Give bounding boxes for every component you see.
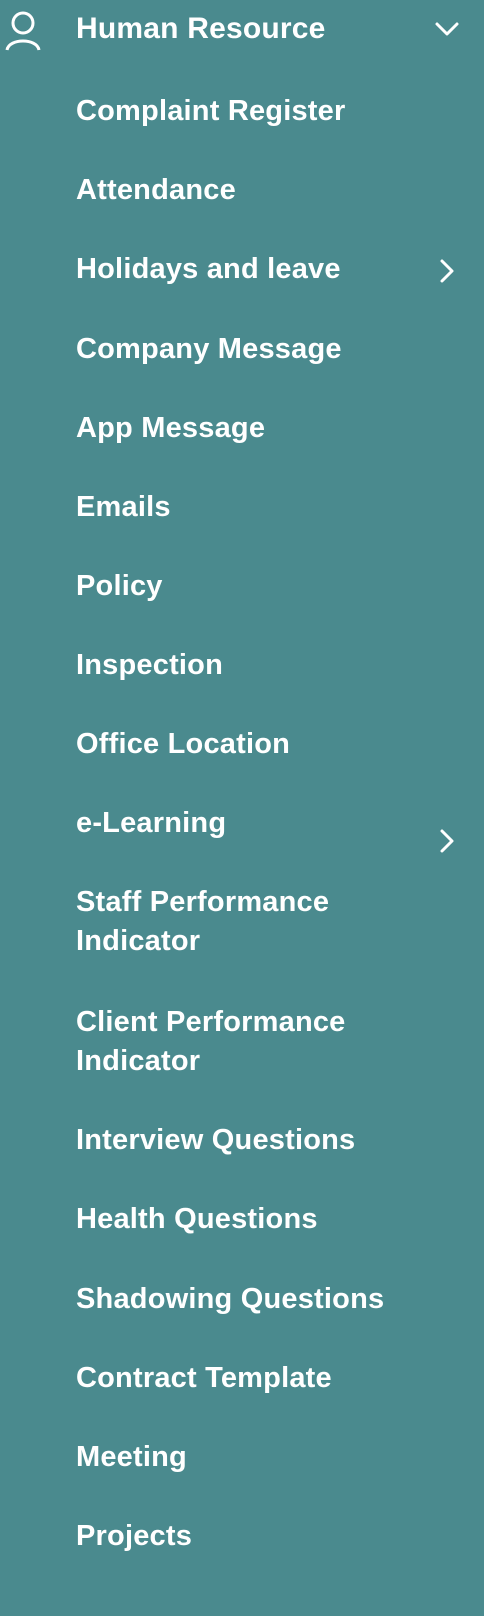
- menu-item-label: Complaint Register: [76, 95, 346, 127]
- menu-item-health-questions[interactable]: Health Questions: [76, 1200, 456, 1239]
- menu-item-label: Projects: [76, 1520, 193, 1552]
- menu-item-emails[interactable]: Emails: [76, 488, 456, 527]
- menu-item-staff-performance-indicator[interactable]: Staff Performance Indicator: [76, 883, 456, 961]
- menu-header-human-resource[interactable]: Human Resource: [0, 0, 484, 60]
- user-icon: [4, 10, 42, 52]
- menu-item-inspection[interactable]: Inspection: [76, 646, 456, 685]
- menu-item-client-performance-indicator[interactable]: Client Performance Indicator: [76, 1003, 456, 1081]
- menu-item-holidays-and-leave[interactable]: Holidays and leave: [76, 250, 456, 289]
- menu-item-policy[interactable]: Policy: [76, 567, 456, 606]
- menu-item-label: Staff Performance Indicator: [76, 886, 330, 957]
- menu-item-label: Client Performance Indicator: [76, 1006, 346, 1077]
- menu-item-label: App Message: [76, 412, 266, 444]
- menu-header-label: Human Resource: [76, 12, 326, 45]
- menu-item-label: Shadowing Questions: [76, 1283, 385, 1315]
- menu-item-label: e-Learning: [76, 807, 227, 839]
- menu-item-projects[interactable]: Projects: [76, 1517, 456, 1556]
- menu-item-contract-template[interactable]: Contract Template: [76, 1359, 456, 1398]
- menu-item-attendance[interactable]: Attendance: [76, 171, 456, 210]
- menu-item-app-message[interactable]: App Message: [76, 409, 456, 448]
- menu-item-label: Health Questions: [76, 1203, 318, 1235]
- menu-item-e-learning[interactable]: e-Learning: [76, 804, 456, 843]
- side-menu: Human Resource Complaint Register Attend…: [0, 0, 484, 1616]
- menu-item-office-location[interactable]: Office Location: [76, 725, 456, 764]
- menu-item-complaint-register[interactable]: Complaint Register: [76, 92, 456, 131]
- menu-item-label: Contract Template: [76, 1362, 332, 1394]
- menu-item-company-message[interactable]: Company Message: [76, 330, 456, 369]
- menu-item-label: Company Message: [76, 333, 342, 365]
- menu-item-label: Emails: [76, 491, 171, 523]
- menu-item-label: Attendance: [76, 174, 236, 206]
- chevron-right-icon[interactable]: [438, 257, 456, 285]
- menu-item-label: Holidays and leave: [76, 253, 341, 285]
- chevron-down-icon[interactable]: [432, 18, 462, 40]
- chevron-right-icon[interactable]: [438, 827, 456, 855]
- menu-item-label: Inspection: [76, 649, 224, 681]
- menu-item-label: Policy: [76, 570, 163, 602]
- menu-item-shadowing-questions[interactable]: Shadowing Questions: [76, 1280, 456, 1319]
- menu-item-interview-questions[interactable]: Interview Questions: [76, 1121, 456, 1160]
- menu-item-label: Interview Questions: [76, 1124, 356, 1156]
- menu-item-meeting[interactable]: Meeting: [76, 1438, 456, 1477]
- menu-item-label: Meeting: [76, 1441, 187, 1473]
- menu-item-label: Office Location: [76, 728, 291, 760]
